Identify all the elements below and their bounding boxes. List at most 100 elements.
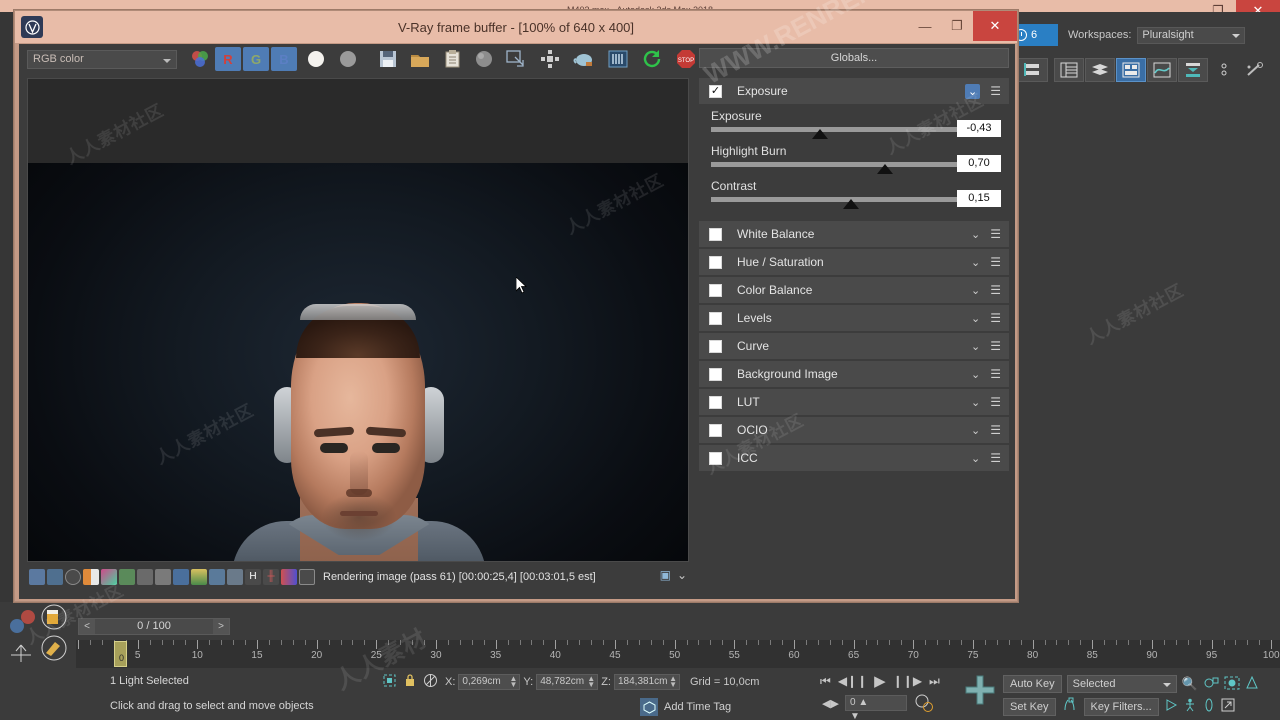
selection-lock-icon[interactable] (382, 673, 397, 691)
correction-group-checkbox[interactable] (709, 451, 722, 465)
field-of-view-icon[interactable] (1245, 675, 1259, 693)
chevron-double-down-icon[interactable]: ⌄ (677, 568, 687, 582)
hamburger-menu-icon[interactable]: ☰ (990, 84, 1001, 98)
correction-group-checkbox[interactable] (709, 395, 722, 409)
axis-constraint-icon[interactable] (8, 642, 34, 669)
chevron-double-down-icon[interactable]: ⌄ (971, 312, 980, 325)
auto-key-button[interactable]: Auto Key (1003, 675, 1062, 693)
play-button[interactable]: ▶ (874, 672, 886, 690)
background-image-icon[interactable] (191, 569, 207, 585)
hamburger-menu-icon[interactable]: ☰ (990, 283, 1001, 297)
vray-frame-buffer-window[interactable]: V-Ray frame buffer - [100% of 640 x 400]… (14, 10, 1018, 602)
vfb-minimize-button[interactable]: — (909, 11, 941, 41)
chevron-double-down-icon[interactable]: ⌄ (965, 83, 981, 99)
exposure-icon[interactable] (227, 569, 243, 585)
correction-group-header[interactable]: OCIO ⌄ ☰ (699, 417, 1009, 443)
zoom-extents-icon[interactable] (1224, 676, 1240, 693)
refresh-render-icon[interactable] (639, 47, 665, 71)
frame-prev-button[interactable]: < (79, 619, 95, 634)
lock-icon[interactable] (404, 673, 416, 691)
correction-group-header[interactable]: Hue / Saturation ⌄ ☰ (699, 249, 1009, 275)
correction-group-checkbox[interactable] (709, 283, 722, 297)
orbit-icon[interactable] (1202, 698, 1216, 715)
correction-group-header[interactable]: Color Balance ⌄ ☰ (699, 277, 1009, 303)
pixel-grid-icon[interactable] (299, 569, 315, 585)
contrast-slider-knob[interactable] (843, 199, 859, 209)
select-and-move-icon[interactable] (960, 672, 1000, 712)
previous-frame-button[interactable]: ◀❙❙ (838, 674, 867, 688)
save-image-icon[interactable] (375, 47, 401, 71)
hamburger-menu-icon[interactable]: ☰ (990, 255, 1001, 269)
status-panel-toggle-icon[interactable]: ▣ (660, 568, 671, 582)
key-step-arrows-icon[interactable]: ◀▶ (822, 697, 839, 710)
hamburger-menu-icon[interactable]: ☰ (990, 423, 1001, 437)
key-filters-button[interactable]: Key Filters... (1083, 697, 1159, 716)
set-key-mode-icon[interactable] (1178, 58, 1208, 82)
layer-stack-icon[interactable] (1085, 58, 1115, 82)
set-key-button[interactable]: Set Key (1003, 697, 1056, 716)
levels-icon[interactable] (137, 569, 153, 585)
contrast-value-field[interactable]: 0,15 (957, 190, 1001, 207)
stop-render-icon[interactable]: STOP (673, 47, 699, 71)
current-key-field[interactable]: 0 ▲ ▼ (845, 695, 907, 720)
alpha-channel-icon[interactable] (303, 47, 329, 71)
spinner-arrows-icon[interactable]: ▲ ▼ (587, 675, 595, 689)
curve-editor-icon[interactable] (1147, 58, 1177, 82)
sphere-preview-icon[interactable] (471, 47, 497, 71)
green-channel-icon[interactable]: G (243, 47, 269, 71)
hamburger-menu-icon[interactable]: ☰ (990, 395, 1001, 409)
spinner-arrows-icon[interactable]: ▲ ▼ (509, 675, 517, 689)
correction-group-checkbox[interactable] (709, 311, 722, 325)
blue-channel-icon[interactable]: B (271, 47, 297, 71)
color-channel-dropdown[interactable]: RGB color (27, 49, 177, 69)
key-mode-dropdown[interactable]: Selected (1066, 675, 1177, 693)
histogram-icon[interactable] (155, 569, 171, 585)
contrast-slider-track[interactable] (711, 197, 971, 202)
region-render-icon[interactable] (537, 47, 563, 71)
red-channel-icon[interactable]: R (215, 47, 241, 71)
highlight-burn-slider-knob[interactable] (877, 164, 893, 174)
chevron-double-down-icon[interactable]: ⌄ (971, 228, 980, 241)
correction-group-header[interactable]: Background Image ⌄ ☰ (699, 361, 1009, 387)
time-slider-handle[interactable]: 0 (114, 641, 127, 667)
chevron-double-down-icon[interactable]: ⌄ (971, 256, 980, 269)
correction-group-checkbox[interactable] (709, 367, 722, 381)
absolute-mode-icon[interactable] (423, 673, 438, 691)
zoom-icon[interactable]: 🔍 (1182, 676, 1198, 692)
hsl-icon[interactable] (101, 569, 117, 585)
pan-view-icon[interactable] (1164, 698, 1178, 715)
scene-converter-icon[interactable] (1240, 58, 1270, 82)
hamburger-menu-icon[interactable]: ☰ (990, 339, 1001, 353)
vfb-titlebar[interactable]: V-Ray frame buffer - [100% of 640 x 400]… (15, 11, 1017, 43)
time-configuration-icon[interactable] (915, 694, 933, 715)
frame-next-button[interactable]: > (213, 619, 229, 634)
correction-group-header[interactable]: LUT ⌄ ☰ (699, 389, 1009, 415)
exposure-enable-checkbox[interactable]: ✓ (709, 84, 722, 98)
correction-group-checkbox[interactable] (709, 227, 722, 241)
z-coordinate-field[interactable]: 184,381cm ▲ ▼ (613, 674, 680, 690)
chevron-double-down-icon[interactable]: ⌄ (971, 452, 980, 465)
chevron-double-down-icon[interactable]: ⌄ (971, 368, 980, 381)
exposure-value-field[interactable]: -0,43 (957, 120, 1001, 137)
paint-icon[interactable] (40, 634, 68, 665)
duplicate-window-icon[interactable] (503, 47, 529, 71)
rgb-channel-icon[interactable] (187, 47, 213, 71)
workspaces-dropdown[interactable]: Pluralsight (1137, 26, 1246, 44)
correction-group-header[interactable]: White Balance ⌄ ☰ (699, 221, 1009, 247)
hamburger-menu-icon[interactable]: ☰ (990, 311, 1001, 325)
exposure-slider-knob[interactable] (812, 129, 828, 139)
highlight-burn-value-field[interactable]: 0,70 (957, 155, 1001, 172)
beer-mug-icon[interactable] (40, 604, 68, 633)
x-coordinate-field[interactable]: 0,269cm ▲ ▼ (458, 674, 521, 690)
frame-readout[interactable]: < 0 / 100 > (78, 618, 230, 635)
monochrome-icon[interactable] (335, 47, 361, 71)
chevron-double-down-icon[interactable]: ⌄ (971, 340, 980, 353)
color-balance-icon[interactable] (281, 569, 297, 585)
curve-icon[interactable] (209, 569, 225, 585)
add-time-tag[interactable]: Add Time Tag (640, 698, 731, 716)
scene-explorer-icon[interactable] (1054, 58, 1084, 82)
layer-explorer-icon[interactable] (1018, 58, 1048, 82)
highlight-burn-slider-track[interactable] (711, 162, 971, 167)
y-coordinate-field[interactable]: 48,782cm ▲ ▼ (536, 674, 599, 690)
exposure-slider-track[interactable] (711, 127, 971, 132)
